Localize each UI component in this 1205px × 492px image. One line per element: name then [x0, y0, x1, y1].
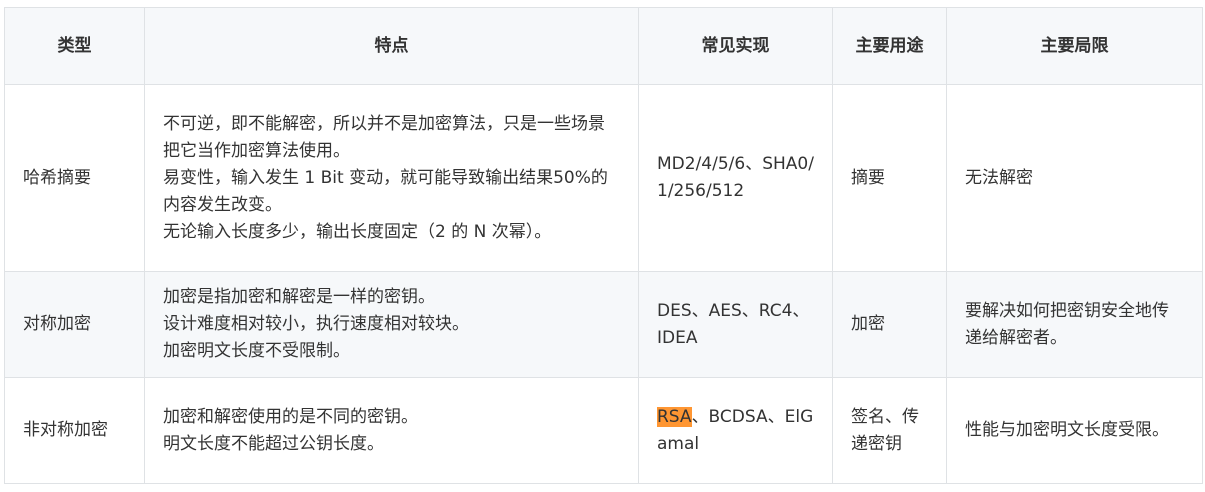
- cell-features: 不可逆，即不能解密，所以并不是加密算法，只是一些场景把它当作加密算法使用。 易变…: [144, 84, 639, 272]
- cell-implementations: DES、AES、RC4、IDEA: [638, 271, 833, 378]
- page: 类型 特点 常见实现 主要用途 主要局限 哈希摘要 不可逆，即不能解密，所以并不…: [0, 0, 1205, 492]
- cell-limitations: 性能与加密明文长度受限。: [946, 377, 1203, 484]
- cell-limitations: 无法解密: [946, 84, 1203, 272]
- header-type: 类型: [4, 7, 145, 85]
- table-header-row: 类型 特点 常见实现 主要用途 主要局限: [4, 7, 1203, 85]
- header-limitations: 主要局限: [946, 7, 1203, 85]
- impl-text: MD2/4/5/6、SHA0/1/256/512: [657, 154, 814, 201]
- cell-implementations: MD2/4/5/6、SHA0/1/256/512: [638, 84, 833, 272]
- cell-usage: 加密: [832, 271, 947, 378]
- feature-line: 无论输入长度多少，输出长度固定（2 的 N 次幂）。: [163, 221, 552, 242]
- cell-usage: 摘要: [832, 84, 947, 272]
- header-features: 特点: [144, 7, 639, 85]
- impl-text: DES、AES、RC4、IDEA: [657, 300, 810, 348]
- feature-line: 易变性，输入发生 1 Bit 变动，就可能导致输出结果50%的内容发生改变。: [163, 167, 608, 215]
- feature-line: 加密和解密使用的是不同的密钥。: [163, 406, 418, 427]
- cell-implementations: RSA、BCDSA、ElGamal: [638, 377, 833, 484]
- table-row: 非对称加密 加密和解密使用的是不同的密钥。 明文长度不能超过公钥长度。 RSA、…: [4, 377, 1203, 484]
- table-row: 对称加密 加密是指加密和解密是一样的密钥。 设计难度相对较小，执行速度相对较块。…: [4, 271, 1203, 378]
- feature-line: 加密是指加密和解密是一样的密钥。: [163, 287, 435, 307]
- header-implementations: 常见实现: [638, 7, 833, 85]
- feature-line: 加密明文长度不受限制。: [163, 341, 350, 361]
- feature-line: 不可逆，即不能解密，所以并不是加密算法，只是一些场景把它当作加密算法使用。: [163, 113, 605, 161]
- cell-limitations: 要解决如何把密钥安全地传递给解密者。: [946, 271, 1203, 378]
- encryption-comparison-table: 类型 特点 常见实现 主要用途 主要局限 哈希摘要 不可逆，即不能解密，所以并不…: [4, 7, 1203, 484]
- feature-line: 设计难度相对较小，执行速度相对较块。: [163, 314, 469, 334]
- cell-type: 哈希摘要: [4, 84, 145, 272]
- search-highlight: RSA: [657, 406, 692, 427]
- feature-line: 明文长度不能超过公钥长度。: [163, 433, 384, 454]
- table-row: 哈希摘要 不可逆，即不能解密，所以并不是加密算法，只是一些场景把它当作加密算法使…: [4, 84, 1203, 272]
- cell-usage: 签名、传递密钥: [832, 377, 947, 484]
- cell-features: 加密和解密使用的是不同的密钥。 明文长度不能超过公钥长度。: [144, 377, 639, 484]
- cell-features: 加密是指加密和解密是一样的密钥。 设计难度相对较小，执行速度相对较块。 加密明文…: [144, 271, 639, 378]
- cell-type: 对称加密: [4, 271, 145, 378]
- header-usage: 主要用途: [832, 7, 947, 85]
- cell-type: 非对称加密: [4, 377, 145, 484]
